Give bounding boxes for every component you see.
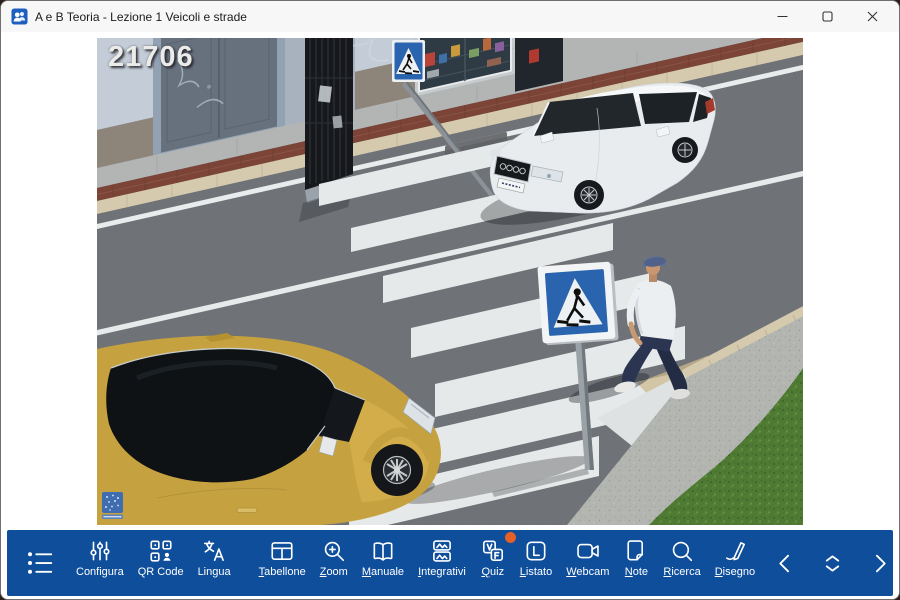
street-scene (97, 38, 803, 525)
toolbar-item-qrcode[interactable]: QR Code (131, 530, 191, 596)
toolbar-item-quiz[interactable]: Quiz (473, 530, 513, 596)
window-title: A e B Teoria - Lezione 1 Veicoli e strad… (35, 10, 760, 24)
toolbar-item-label: Zoom (320, 566, 348, 579)
minimize-button[interactable] (760, 1, 805, 32)
tabellone-icon (269, 538, 295, 564)
zoom-icon (321, 538, 347, 564)
manuale-icon (370, 538, 396, 564)
listato-icon (523, 538, 549, 564)
qrcode-icon (148, 538, 174, 564)
configura-icon (87, 538, 113, 564)
toolbar-item-next[interactable] (856, 530, 900, 596)
quiz-icon (480, 538, 506, 564)
maximize-button[interactable] (805, 1, 850, 32)
maximize-icon (822, 11, 833, 22)
prev-icon (773, 551, 798, 576)
integrativi-icon (429, 538, 455, 564)
note-icon (623, 538, 649, 564)
toolbar-item-label: Listato (520, 566, 552, 579)
toolbar-item-zoom[interactable]: Zoom (313, 530, 355, 596)
toolbar-item-expand[interactable] (809, 530, 856, 596)
toolbar-items: Configura QR Code Lingua Tabellone Zoom Manua… (7, 530, 893, 596)
toolbar-item-label: Configura (76, 566, 124, 579)
question-number: 21706 (108, 41, 194, 74)
close-icon (867, 11, 878, 22)
toolbar-item-label: Disegno (715, 566, 755, 579)
quiz-badge (505, 532, 516, 543)
app-icon (11, 8, 28, 25)
toolbar-wrap: Configura QR Code Lingua Tabellone Zoom Manua… (1, 530, 899, 599)
lingua-icon (201, 538, 227, 564)
watermark-logo (101, 491, 125, 521)
minimize-icon (777, 11, 788, 22)
toolbar-item-listato[interactable]: Listato (513, 530, 559, 596)
next-icon (867, 551, 892, 576)
toolbar-item-label: QR Code (138, 566, 184, 579)
close-button[interactable] (850, 1, 895, 32)
toolbar-item-label: Webcam (566, 566, 609, 579)
toolbar-item-manuale[interactable]: Manuale (355, 530, 411, 596)
toolbar-item-label: Ricerca (663, 566, 700, 579)
content-area: 21706 (1, 32, 899, 530)
toolbar-item-label: Tabellone (259, 566, 306, 579)
toolbar-item-lingua[interactable]: Lingua (191, 530, 238, 596)
menu-icon (25, 548, 55, 578)
titlebar: A e B Teoria - Lezione 1 Veicoli e strad… (1, 1, 899, 32)
toolbar-item-integrativi[interactable]: Integrativi (411, 530, 473, 596)
toolbar-item-label: Quiz (481, 566, 504, 579)
toolbar-item-configura[interactable]: Configura (69, 530, 131, 596)
toolbar-item-ricerca[interactable]: Ricerca (656, 530, 707, 596)
ricerca-icon (669, 538, 695, 564)
webcam-icon (575, 538, 601, 564)
expand-icon (820, 551, 845, 576)
toolbar-item-note[interactable]: Note (616, 530, 656, 596)
toolbar-item-webcam[interactable]: Webcam (559, 530, 616, 596)
toolbar-item-menu[interactable] (11, 530, 69, 596)
toolbar-item-label: Manuale (362, 566, 404, 579)
app-window: A e B Teoria - Lezione 1 Veicoli e strad… (0, 0, 900, 600)
disegno-icon (722, 538, 748, 564)
toolbar-item-label: Lingua (198, 566, 231, 579)
toolbar-item-label: Note (625, 566, 648, 579)
toolbar-item-prev[interactable] (762, 530, 809, 596)
question-image: 21706 (97, 38, 803, 525)
toolbar-item-disegno[interactable]: Disegno (708, 530, 762, 596)
toolbar-item-tabellone[interactable]: Tabellone (252, 530, 313, 596)
toolbar-item-label: Integrativi (418, 566, 466, 579)
